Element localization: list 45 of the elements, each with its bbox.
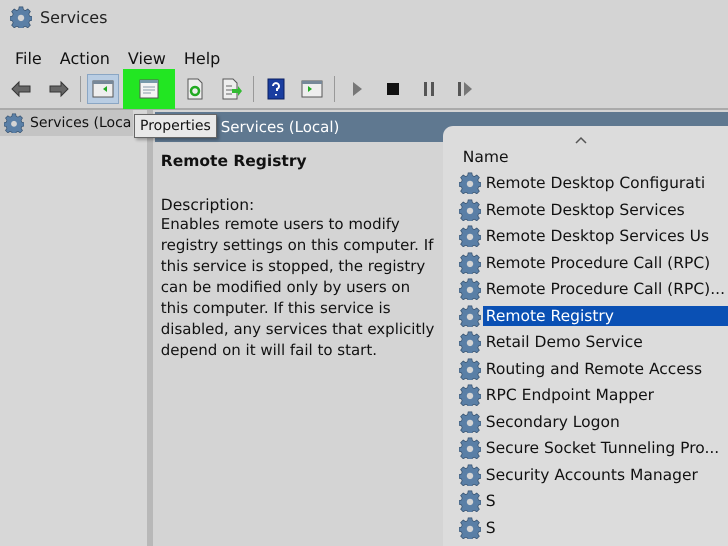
properties-button[interactable] bbox=[123, 69, 175, 109]
description-label: Description: bbox=[160, 196, 256, 214]
window-title: Services bbox=[40, 8, 108, 26]
service-row[interactable]: Secure Socket Tunneling Pro... bbox=[442, 435, 728, 462]
service-row[interactable]: RPC Endpoint Mapper bbox=[442, 382, 728, 408]
service-title: Remote Registry bbox=[160, 152, 308, 170]
service-row[interactable]: Routing and Remote Access bbox=[442, 356, 728, 382]
gear-icon bbox=[458, 172, 481, 194]
gear-icon bbox=[458, 304, 481, 327]
service-row[interactable]: Remote Procedure Call (RPC) bbox=[442, 250, 728, 276]
service-row[interactable]: Remote Procedure Call (RPC)... bbox=[442, 276, 728, 302]
column-header[interactable]: Name bbox=[442, 126, 728, 170]
gear-icon bbox=[458, 278, 481, 300]
sort-caret-icon bbox=[574, 136, 587, 144]
gear-icon bbox=[458, 331, 481, 354]
service-row[interactable]: S bbox=[442, 488, 728, 514]
service-row[interactable]: Remote Desktop Configurati bbox=[442, 170, 728, 196]
tree-item[interactable]: Services (Loca bbox=[0, 110, 134, 136]
gear-icon bbox=[458, 198, 481, 221]
gear-icon bbox=[458, 252, 481, 274]
description-text: Enables remote users to modify registry settings on this computer. If this service is stopped, the registry can be modified only by users on this computer. If this service is disabled, any services that explicitly depend on it will fail to start. bbox=[160, 214, 436, 361]
menu-item[interactable]: Action bbox=[50, 49, 119, 68]
pane-title: Services (Local) bbox=[220, 118, 340, 136]
gear-icon bbox=[458, 490, 481, 512]
service-row[interactable]: Remote Desktop Services bbox=[442, 196, 728, 223]
properties-icon bbox=[137, 77, 161, 101]
menu-item[interactable]: Help bbox=[174, 49, 230, 68]
gear-icon bbox=[458, 384, 481, 406]
gear-icon bbox=[458, 437, 481, 460]
gear-icon bbox=[458, 516, 481, 539]
gear-icon bbox=[10, 6, 32, 28]
menu-item[interactable]: File bbox=[6, 49, 51, 68]
service-row[interactable]: Secondary Logon bbox=[442, 408, 728, 435]
gear-icon bbox=[458, 410, 481, 433]
service-row[interactable]: Retail Demo Service bbox=[442, 329, 728, 356]
gear-icon bbox=[4, 113, 24, 133]
gear-icon bbox=[458, 225, 481, 248]
tooltip: Properties bbox=[134, 114, 217, 138]
service-row[interactable]: Remote Desktop Services Us bbox=[442, 223, 728, 250]
gear-icon bbox=[458, 358, 481, 380]
menu-item[interactable]: View bbox=[118, 49, 175, 68]
service-row[interactable]: S bbox=[442, 514, 728, 541]
gear-icon bbox=[458, 464, 481, 486]
service-row[interactable]: Security Accounts Manager bbox=[442, 462, 728, 488]
console-tree-button[interactable] bbox=[87, 74, 119, 104]
